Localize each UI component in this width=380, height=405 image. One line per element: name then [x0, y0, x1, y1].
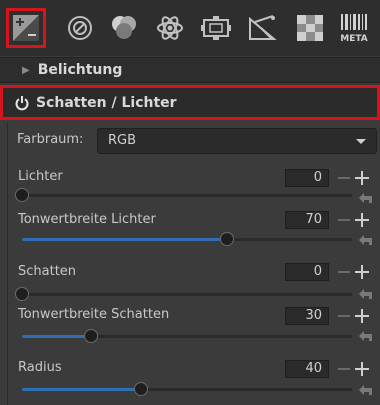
slider-thumb[interactable]	[219, 232, 234, 246]
schatten-lichter-panel: Farbraum: RGB Lichter 0 Tonwertbreite Li…	[7, 122, 379, 405]
reset-icon[interactable]	[358, 384, 374, 396]
farbraum-value: RGB	[108, 133, 137, 148]
transform-icon	[201, 16, 231, 40]
slider-track[interactable]	[22, 238, 352, 241]
reset-icon[interactable]	[358, 288, 374, 300]
slider-label: Tonwertbreite Lichter	[18, 212, 156, 227]
meta-label: META	[340, 34, 368, 44]
advanced-tab[interactable]	[150, 8, 190, 48]
decrement-button[interactable]	[338, 315, 350, 317]
color-management-icon	[297, 15, 323, 41]
increment-button[interactable]	[355, 171, 369, 185]
increment-button[interactable]	[355, 265, 369, 279]
slider-label: Lichter	[18, 169, 63, 184]
slider-value-field[interactable]: 40	[285, 360, 329, 378]
slider-thumb[interactable]	[84, 329, 99, 343]
slider-value-field[interactable]: 70	[285, 211, 329, 229]
detail-tab[interactable]	[60, 8, 100, 48]
section-title-belichtung: Belichtung	[37, 62, 123, 78]
exposure-icon	[13, 15, 39, 41]
slider-fill	[22, 388, 141, 391]
slider-label: Tonwertbreite Schatten	[18, 307, 170, 322]
advanced-icon	[157, 16, 183, 40]
reset-icon[interactable]	[358, 330, 374, 342]
farbraum-select[interactable]: RGB	[97, 128, 377, 154]
tool-panel: META ▶ Belichtung Schatten / Lichter Far…	[0, 0, 380, 405]
slider-label: Radius	[18, 360, 62, 375]
slider-value-field[interactable]: 30	[285, 307, 329, 325]
metadata-icon: META	[340, 14, 368, 44]
color-management-tab[interactable]	[290, 8, 330, 48]
raw-tab[interactable]	[242, 8, 282, 48]
slider-label: Schatten	[18, 264, 77, 279]
slider-track[interactable]	[22, 335, 352, 338]
metadata-tab[interactable]: META	[334, 8, 374, 48]
slider-fill	[22, 238, 227, 241]
slider-track[interactable]	[22, 293, 352, 296]
section-belichtung[interactable]: ▶ Belichtung	[0, 57, 380, 83]
slider-value-field[interactable]: 0	[285, 263, 329, 281]
slider-fill	[22, 335, 92, 338]
color-icon	[112, 16, 136, 39]
slider-track[interactable]	[22, 388, 352, 391]
decrement-button[interactable]	[338, 219, 350, 221]
slider-thumb[interactable]	[133, 382, 148, 396]
slider-value-field[interactable]: 0	[285, 169, 329, 187]
reset-icon[interactable]	[358, 192, 374, 204]
detail-icon	[68, 16, 92, 40]
power-toggle-icon[interactable]	[14, 95, 30, 111]
increment-button[interactable]	[355, 213, 369, 227]
decrement-button[interactable]	[338, 177, 350, 179]
slider-track[interactable]	[22, 194, 352, 197]
increment-button[interactable]	[355, 362, 369, 376]
farbraum-label: Farbraum:	[17, 132, 84, 147]
raw-icon	[249, 15, 277, 40]
decrement-button[interactable]	[338, 368, 350, 370]
section-schatten-lichter[interactable]: Schatten / Lichter	[0, 85, 380, 120]
exposure-tab[interactable]	[6, 8, 46, 48]
decrement-button[interactable]	[338, 271, 350, 273]
transform-tab[interactable]	[196, 8, 236, 48]
slider-thumb[interactable]	[15, 188, 29, 202]
section-title-schatten-lichter: Schatten / Lichter	[36, 94, 177, 111]
increment-button[interactable]	[355, 309, 369, 323]
expand-arrow-icon: ▶	[22, 64, 30, 76]
chevron-down-icon	[356, 139, 366, 144]
color-tab[interactable]	[104, 8, 144, 48]
tool-tabs: META	[0, 0, 380, 56]
slider-thumb[interactable]	[15, 287, 29, 301]
reset-icon[interactable]	[358, 234, 374, 246]
